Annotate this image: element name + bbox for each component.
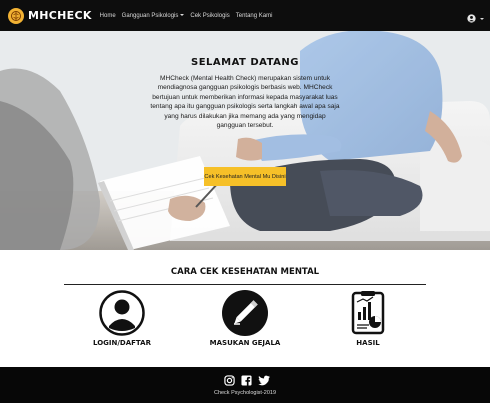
instagram-icon[interactable] xyxy=(224,373,235,386)
brand-name: MHCHECK xyxy=(28,9,92,22)
step-label-login: LOGIN/DAFTAR xyxy=(93,339,151,347)
navbar: MHCHECK Home Gangguan Psikologis Cek Psi… xyxy=(0,0,490,31)
step-label-result: HASIL xyxy=(356,339,380,347)
nav-link-home[interactable]: Home xyxy=(100,13,116,19)
facebook-icon[interactable] xyxy=(241,373,252,386)
steps-title: CARA CEK KESEHATAN MENTAL xyxy=(170,267,320,277)
step-result: HASIL xyxy=(323,290,413,347)
footer: Check Psychologist-2019 xyxy=(0,367,490,403)
step-login: LOGIN/DAFTAR xyxy=(77,290,167,347)
chevron-down-icon xyxy=(180,13,185,16)
social-links xyxy=(224,373,270,386)
brand[interactable]: MHCHECK xyxy=(8,7,92,24)
nav-link-tentang-kami[interactable]: Tentang Kami xyxy=(236,13,273,19)
user-icon xyxy=(467,10,476,28)
step-label-symptoms: MASUKAN GEJALA xyxy=(209,339,281,347)
nav-link-cek-psikologis[interactable]: Cek Psikologis xyxy=(190,13,229,19)
nav-link-gangguan-psikologis[interactable]: Gangguan Psikologis xyxy=(122,13,185,19)
chevron-down-icon xyxy=(480,18,484,20)
hero-title: SELAMAT DATANG xyxy=(191,57,299,68)
user-menu[interactable] xyxy=(467,10,484,28)
brain-logo-icon xyxy=(8,7,24,24)
nav-links: Home Gangguan Psikologis Cek Psikologis … xyxy=(100,13,273,19)
pencil-icon xyxy=(222,290,268,336)
hero-description: MHCheck (Mental Health Check) merupakan … xyxy=(150,75,340,130)
nav-link-gangguan-label: Gangguan Psikologis xyxy=(121,12,179,19)
check-mental-health-button[interactable]: Cek Kesehatan Mental Mu Disini xyxy=(204,167,286,186)
hero-banner: SELAMAT DATANG MHCheck (Mental Health Ch… xyxy=(0,31,490,250)
steps-section: CARA CEK KESEHATAN MENTAL LOGIN/DAFTAR M… xyxy=(0,250,490,367)
twitter-icon[interactable] xyxy=(258,373,270,386)
steps-divider xyxy=(64,284,426,285)
step-symptoms: MASUKAN GEJALA xyxy=(200,290,290,347)
copyright-text: Check Psychologist-2019 xyxy=(213,390,277,396)
hero-content: SELAMAT DATANG MHCheck (Mental Health Ch… xyxy=(150,57,340,186)
report-icon xyxy=(345,290,391,336)
page: MHCHECK Home Gangguan Psikologis Cek Psi… xyxy=(0,0,490,403)
user-icon xyxy=(99,290,145,336)
